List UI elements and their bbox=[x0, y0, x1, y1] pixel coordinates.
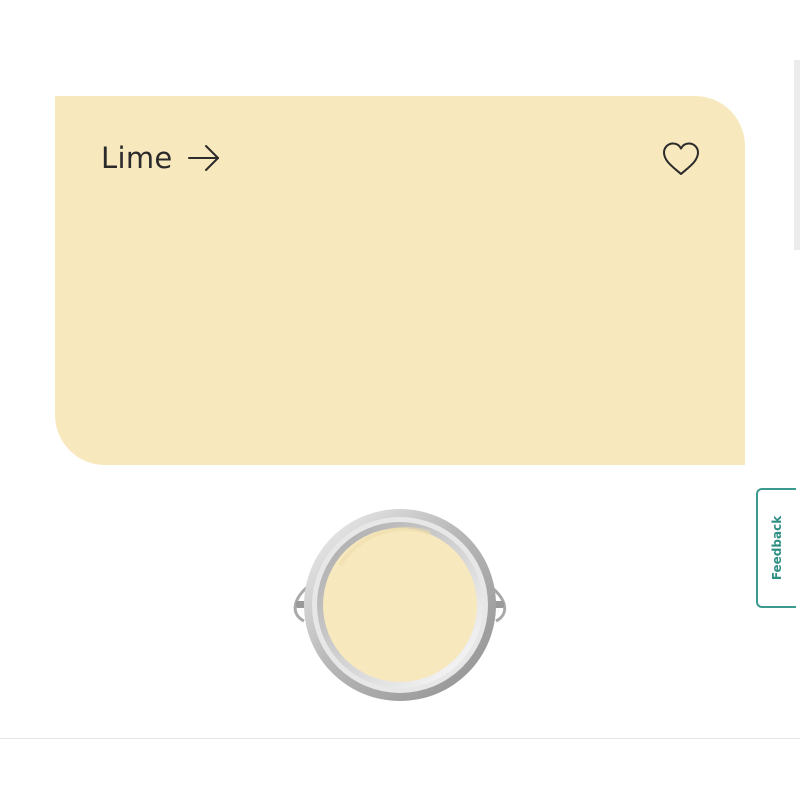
color-name: Lime bbox=[101, 141, 173, 175]
paint-tin-icon bbox=[290, 505, 510, 705]
feedback-label: Feedback bbox=[770, 515, 784, 581]
color-swatch-card: Lime bbox=[55, 96, 745, 465]
scrollbar-edge bbox=[794, 60, 800, 250]
heart-icon[interactable] bbox=[661, 140, 701, 180]
page: Lime Feedback bbox=[0, 0, 800, 800]
arrow-right-icon bbox=[187, 144, 221, 172]
bottom-divider bbox=[0, 738, 800, 739]
feedback-button[interactable]: Feedback bbox=[756, 488, 796, 608]
color-name-link[interactable]: Lime bbox=[101, 141, 221, 175]
